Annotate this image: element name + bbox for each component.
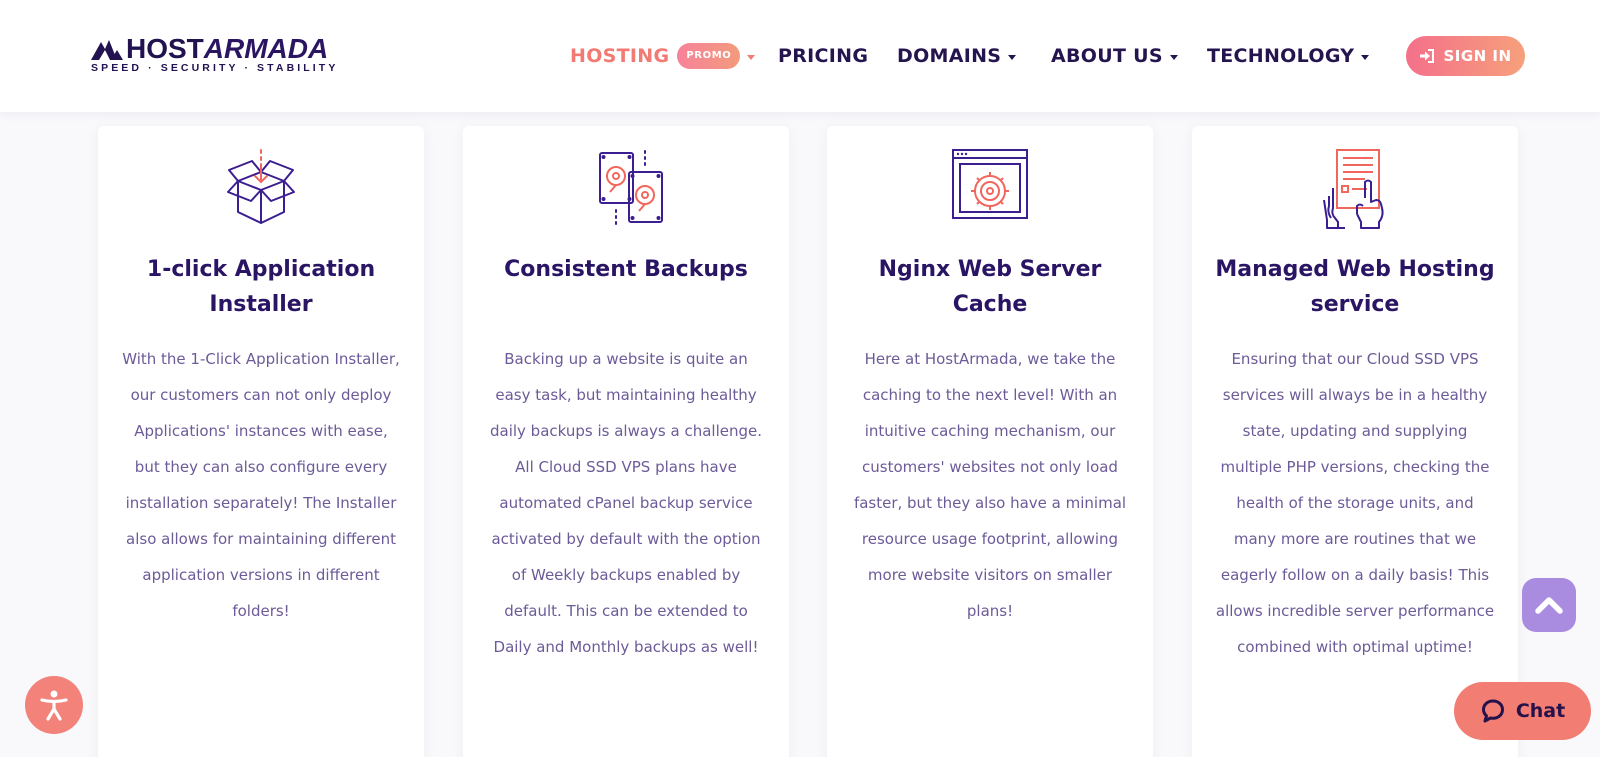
managed-hands-icon: [1323, 149, 1384, 229]
sign-in-label: SIGN IN: [1443, 47, 1512, 65]
nav-about-us-label: ABOUT US: [1051, 45, 1163, 67]
logo-tagline: SPEED · SECURITY · STABILITY: [91, 62, 339, 74]
nav-technology[interactable]: TECHNOLOGY: [1207, 40, 1370, 72]
chat-button[interactable]: Chat: [1454, 682, 1591, 740]
site-header: HOSTARMADA SPEED · SECURITY · STABILITY …: [0, 0, 1600, 112]
hostarmada-logo[interactable]: HOSTARMADA SPEED · SECURITY · STABILITY: [90, 34, 350, 74]
chevron-down-icon: [1361, 55, 1370, 60]
feature-title: Consistent Backups: [504, 257, 748, 282]
chevron-down-icon: [1008, 55, 1017, 60]
feature-description: Backing up a website is quite an easy ta…: [489, 350, 762, 656]
accessibility-button[interactable]: [25, 676, 83, 734]
promo-badge: PROMO: [677, 43, 741, 69]
nav-hosting-label: HOSTING: [570, 45, 670, 67]
feature-card: Managed Web Hosting service Ensuring tha…: [1192, 126, 1518, 757]
chevron-up-icon: [1535, 597, 1563, 614]
hard-drives-icon: [599, 150, 663, 225]
feature-card: 1-click Application Installer With the 1…: [98, 126, 424, 757]
nav-pricing[interactable]: PRICING: [778, 40, 868, 72]
sign-in-icon: [1420, 49, 1435, 63]
feature-description: Ensuring that our Cloud SSD VPS services…: [1215, 350, 1495, 656]
sign-in-button[interactable]: SIGN IN: [1406, 36, 1525, 76]
scroll-to-top-button[interactable]: [1522, 578, 1576, 632]
logo-armada: ARMADA: [203, 33, 329, 64]
nav-pricing-label: PRICING: [778, 45, 869, 67]
feature-description: Here at HostArmada, we take the caching …: [853, 350, 1127, 620]
nav-hosting[interactable]: HOSTING PROMO: [570, 40, 756, 72]
feature-description: With the 1-Click Application Installer, …: [122, 350, 400, 620]
chat-label: Chat: [1515, 700, 1566, 722]
feature-title: Managed Web Hosting service: [1215, 257, 1495, 317]
chevron-down-icon: [747, 55, 756, 60]
chat-bubble-icon: [1481, 699, 1504, 723]
logo-wordmark: HOSTARMADA: [126, 34, 328, 64]
accessibility-person-icon: [40, 690, 68, 721]
server-gear-icon: [952, 149, 1028, 219]
feature-card: Nginx Web Server Cache Here at HostArmad…: [827, 126, 1153, 757]
nav-domains[interactable]: DOMAINS: [897, 40, 1017, 72]
nav-about-us[interactable]: ABOUT US: [1051, 40, 1178, 72]
feature-title: 1-click Application Installer: [146, 257, 376, 317]
feature-title: Nginx Web Server Cache: [878, 257, 1102, 317]
nav-technology-label: TECHNOLOGY: [1207, 45, 1355, 67]
box-download-icon: [227, 149, 295, 224]
feature-card: Consistent Backups Backing up a website …: [463, 126, 789, 757]
ship-sails-icon: [91, 40, 123, 60]
logo-host: HOST: [126, 33, 204, 64]
chevron-down-icon: [1169, 55, 1178, 60]
nav-domains-label: DOMAINS: [897, 45, 1002, 67]
